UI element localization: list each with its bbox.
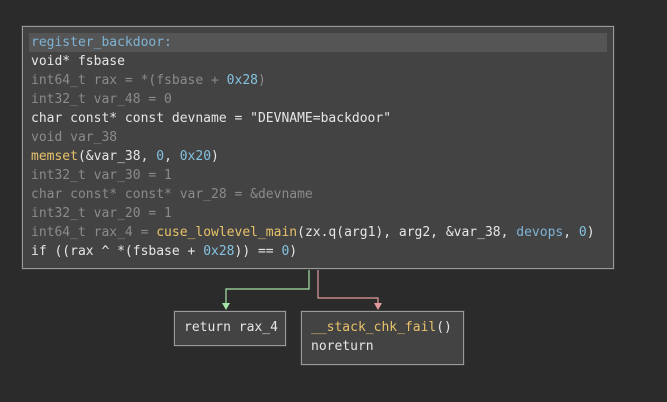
stack-chk-fail-call[interactable]: __stack_chk_fail() xyxy=(309,318,456,337)
code-token: int32_t var_48 = 0 xyxy=(31,92,172,107)
block-title[interactable]: register_backdoor: xyxy=(29,33,607,52)
code-token: ) xyxy=(289,244,298,259)
basic-block-stack-chk-fail[interactable]: __stack_chk_fail() noreturn xyxy=(301,311,464,365)
code-token: if ((rax ^ *(fsbase + xyxy=(31,244,204,259)
code-token: 0x20 xyxy=(179,149,212,164)
code-token: void* fsbase xyxy=(31,54,125,69)
code-token: int32_t var_20 = 1 xyxy=(31,206,172,221)
stack-chk-fail-func[interactable]: __stack_chk_fail xyxy=(311,320,436,335)
code-line[interactable]: if ((rax ^ *(fsbase + 0x28)) == 0) xyxy=(29,242,607,261)
code-token: int64_t rax_4 = xyxy=(31,225,157,240)
code-line[interactable]: char const* const* var_28 = &devname xyxy=(29,185,607,204)
true-edge xyxy=(225,269,310,304)
code-line[interactable]: void* fsbase xyxy=(29,52,607,71)
basic-block-return[interactable]: return rax_4 xyxy=(174,311,286,346)
code-line[interactable]: int32_t var_30 = 1 xyxy=(29,166,607,185)
code-token: devops xyxy=(516,225,564,240)
code-token: 0 xyxy=(578,225,587,240)
code-token: int64_t rax = *(fsbase + xyxy=(31,73,227,88)
code-line[interactable]: char const* const devname = "DEVNAME=bac… xyxy=(29,109,607,128)
code-token: 0x28 xyxy=(226,73,258,88)
code-token: , xyxy=(563,225,579,240)
code-line[interactable]: memset(&var_38, 0, 0x20) xyxy=(29,147,607,166)
code-token: void var_38 xyxy=(31,130,118,145)
code-token: 0 xyxy=(156,149,165,164)
code-token: ) xyxy=(586,225,595,240)
code-token: 0x28 xyxy=(203,244,235,259)
code-token: memset xyxy=(31,149,78,164)
false-edge xyxy=(317,269,379,304)
code-token: ) xyxy=(257,73,266,88)
code-token: char const* const devname = "DEVNAME=bac… xyxy=(31,111,392,126)
code-line[interactable]: int64_t rax_4 = cuse_lowlevel_main(zx.q(… xyxy=(29,223,607,242)
code-token: (zx.q(arg1), arg2, &var_38, xyxy=(297,225,517,240)
code-token: ) xyxy=(211,149,219,164)
basic-block-register-backdoor[interactable]: register_backdoor: void* fsbase int64_t r… xyxy=(22,26,614,269)
true-edge-arrow xyxy=(222,303,230,310)
code-token: cuse_lowlevel_main xyxy=(156,225,298,240)
graph-canvas[interactable]: register_backdoor: void* fsbase int64_t r… xyxy=(0,0,667,402)
code-line[interactable]: int64_t rax = *(fsbase + 0x28) xyxy=(29,71,607,90)
code-token: int32_t var_30 = 1 xyxy=(31,168,172,183)
code-line[interactable]: int32_t var_20 = 1 xyxy=(29,204,607,223)
code-token: char const* const* var_28 = &devname xyxy=(31,187,313,202)
return-line[interactable]: return rax_4 xyxy=(182,318,278,337)
code-token: , xyxy=(164,149,180,164)
code-line[interactable]: int32_t var_48 = 0 xyxy=(29,90,607,109)
code-token: (&var_38, xyxy=(77,149,157,164)
code-line[interactable]: void var_38 xyxy=(29,128,607,147)
false-edge-arrow xyxy=(374,303,382,310)
noreturn-line: noreturn xyxy=(311,339,374,354)
call-parens: () xyxy=(436,320,452,335)
block-code-lines: void* fsbase int64_t rax = *(fsbase + 0x2… xyxy=(29,52,607,261)
code-token: )) == xyxy=(234,244,282,259)
